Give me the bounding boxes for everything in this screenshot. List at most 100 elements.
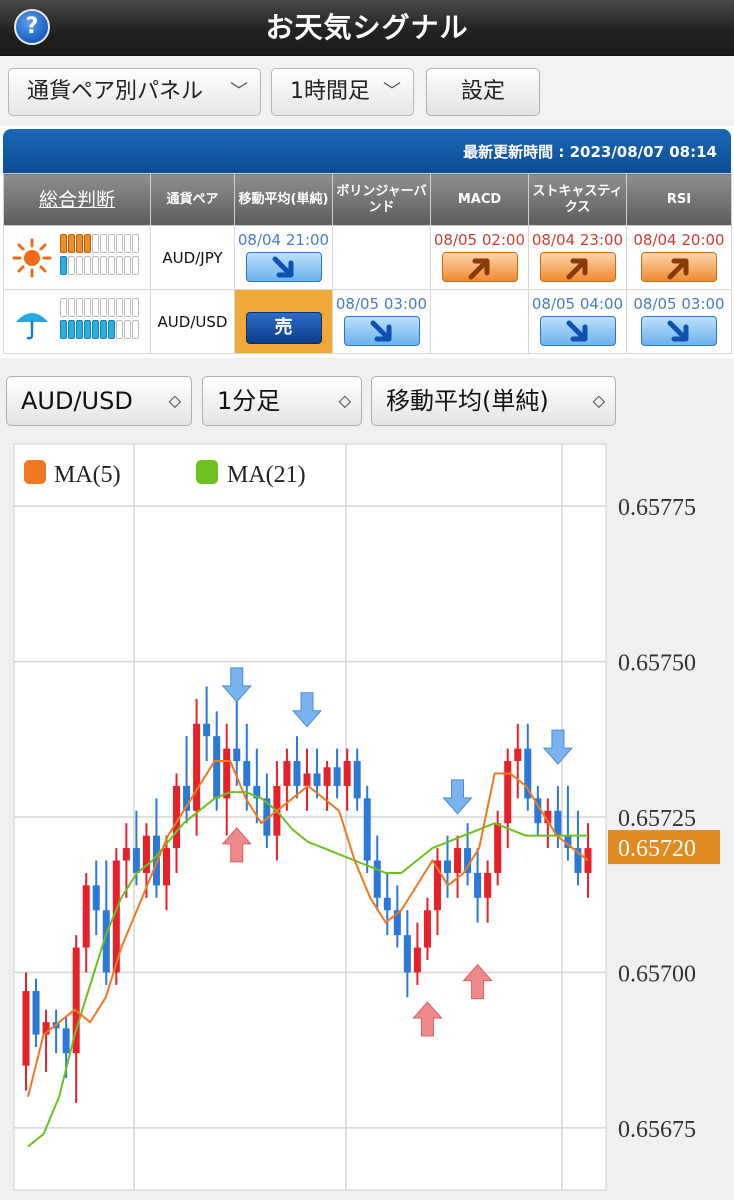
candle-body [62,1028,70,1054]
buy-strength-row [60,234,139,253]
strength-segment [68,256,75,275]
page-title: お天気シグナル [265,11,469,44]
up-signal-button[interactable] [441,252,518,282]
y-tick-label: 0.65725 [618,806,696,832]
signal-cell-bollinger: 08/05 03:00 [332,289,431,354]
strength-segment [76,298,83,317]
candlestick-chart[interactable]: 0.65775 0.65750 0.65725 0.65700 0.65675 MA(5)… [0,438,734,1200]
last-updated: 最新更新時間 : 2023/08/07 08:14 [3,129,731,173]
candle-body [383,897,391,911]
candle-body [423,910,431,948]
candle-body [213,736,221,799]
arrow-down-right-icon [566,320,587,342]
umbrella-icon [16,313,48,340]
candle-body [413,947,421,973]
candle-body [373,860,381,898]
signal-cell-stochastics: 08/04 23:00 [528,225,627,290]
select-arrows-icon: ◇ [592,391,605,410]
panel-select[interactable]: 通貨ペア別パネル ﹀ [8,68,261,116]
signal-time: 08/04 20:00 [633,231,725,249]
header-overall[interactable]: 総合判断 [3,173,151,226]
strength-segment [124,298,131,317]
panel-select-label: 通貨ペア別パネル [27,79,204,104]
strength-segment [60,320,67,339]
strength-segment [132,234,139,253]
down-signal-button[interactable] [539,316,616,346]
y-tick-label: 0.65675 [618,1117,696,1143]
signal-cell-macd: 08/05 02:00 [430,225,529,290]
header-stochastics: ストキャスティクス [528,173,627,226]
pair-label: AUD/USD [150,289,235,354]
y-tick-label: 0.65775 [618,495,696,521]
chart-timeframe-select[interactable]: 1分足 ◇ [202,376,362,426]
signal-table: 総合判断 通貨ペア 移動平均(単純) ボリンジャーバンド MACD ストキャステ… [3,173,732,354]
strength-segment [116,320,123,339]
overall-judgement-cell [3,289,151,354]
candle-body [403,935,411,973]
sun-icon [12,238,52,278]
timeframe-select[interactable]: 1時間足 ﹀ [271,68,414,116]
candle-body [323,767,331,786]
up-signal-button[interactable] [539,252,616,282]
pair-label: AUD/JPY [150,225,235,290]
pair-select-label: AUD/USD [21,387,133,415]
indicator-select[interactable]: 移動平均(単純) ◇ [371,376,616,426]
candle-body [233,748,241,762]
candle-body [313,773,321,786]
overall-judgement-cell [3,225,151,290]
strength-segment [76,256,83,275]
signal-cell-rsi: 08/04 20:00 [626,225,732,290]
strength-segment [68,298,75,317]
strength-segment [124,320,131,339]
select-arrows-icon: ◇ [168,391,181,410]
candle-body [514,748,522,762]
legend-label-ma5: MA(5) [54,462,121,488]
down-signal-button[interactable] [245,252,322,282]
strength-segment [100,320,107,339]
price-chart[interactable]: 0.65775 0.65750 0.65725 0.65700 0.65675 MA(5)… [0,438,734,1200]
candle-body [494,823,502,873]
candle-body [454,848,462,873]
candle-body [363,798,371,861]
down-signal-button[interactable] [641,316,717,346]
strength-segment [60,298,67,317]
candle-body [22,991,30,1066]
sell-signal-button[interactable]: 売 [245,312,322,344]
signal-cell-ma: 売 [234,289,333,354]
strength-segment [92,234,99,253]
signal-strength-bars [60,234,139,278]
strength-segment [124,256,131,275]
strength-segment [92,320,99,339]
header-rsi: RSI [626,173,732,226]
candle-body [584,848,592,873]
timeframe-select-label: 1時間足 [290,79,370,104]
chart-timeframe-select-label: 1分足 [217,387,281,415]
candle-body [353,761,361,799]
pair-select[interactable]: AUD/USD ◇ [6,376,192,426]
up-signal-button[interactable] [641,252,717,282]
down-signal-button[interactable] [343,316,420,346]
settings-button[interactable]: 設定 [426,68,540,116]
table-row[interactable]: AUD/JPY 08/04 21:00 08/05 02:00 08/04 23… [3,225,732,290]
strength-segment [124,234,131,253]
candle-body [32,991,40,1035]
signal-time: 08/04 23:00 [531,231,624,249]
arrow-up-right-icon [468,258,489,280]
header-ma: 移動平均(単純) [234,173,333,226]
arrow-down-right-icon [272,256,293,278]
table-row[interactable]: AUD/USD 売 08/05 03:00 08/05 04:00 08/05 … [3,289,732,354]
strength-segment [108,234,115,253]
candle-body [333,767,341,786]
signal-time: 08/04 21:00 [237,231,330,249]
strength-segment [84,234,91,253]
candle-body [82,885,90,948]
legend-swatch-ma21 [196,460,218,484]
chart-controls: AUD/USD ◇ 1分足 ◇ 移動平均(単純) ◇ [0,358,734,438]
candle-body [484,872,492,898]
indicator-select-label: 移動平均(単純) [386,387,549,415]
strength-segment [116,256,123,275]
strength-segment [108,256,115,275]
arrow-down-right-icon [370,320,391,342]
strength-segment [116,298,123,317]
signal-cell-macd [430,289,529,354]
